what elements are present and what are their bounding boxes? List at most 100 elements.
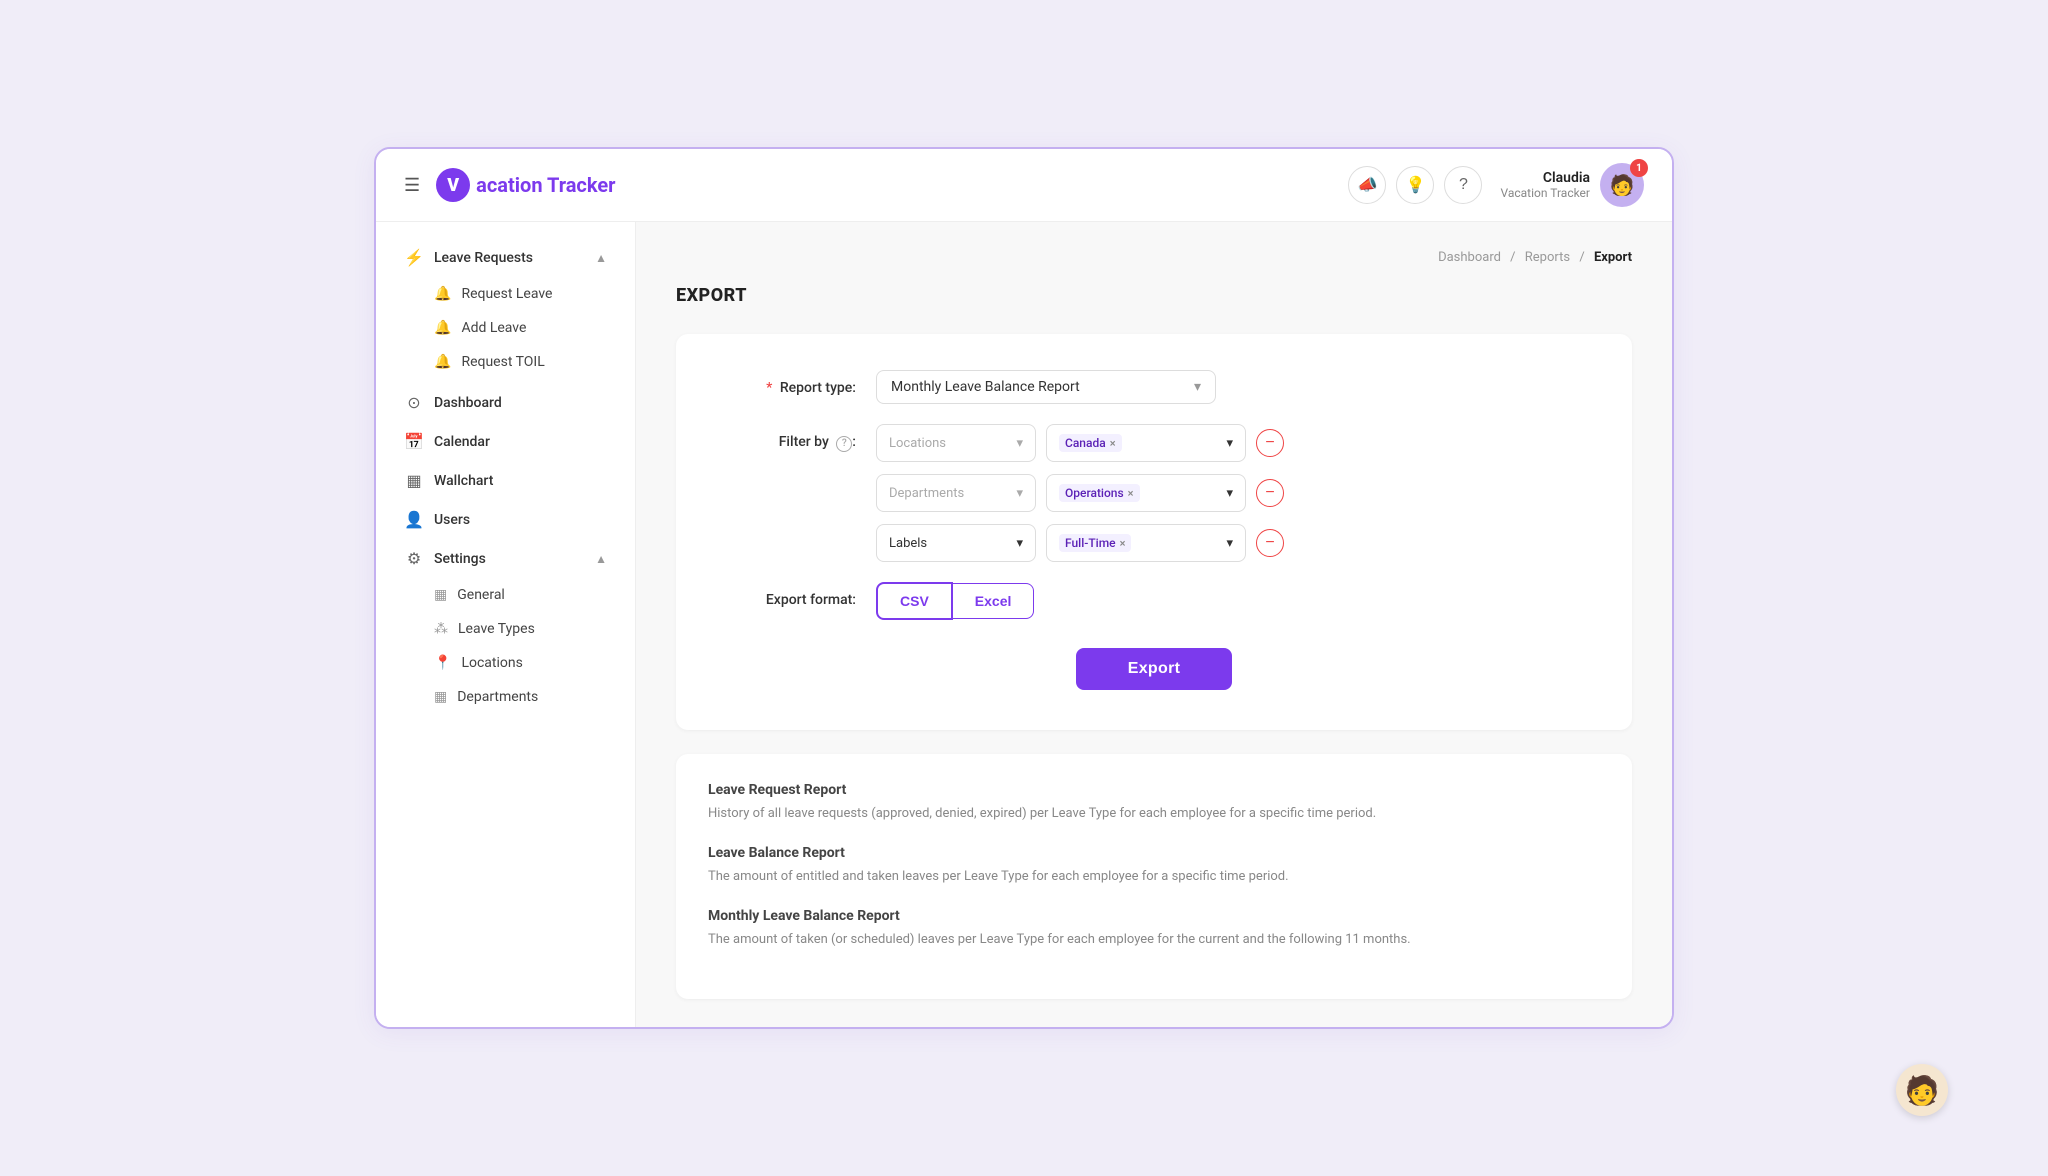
filter-help-icon[interactable]: ? xyxy=(836,436,852,452)
bulb-button[interactable]: 💡 xyxy=(1396,166,1434,204)
request-leave-label: Request Leave xyxy=(461,286,552,302)
leave-requests-chevron: ▲ xyxy=(595,251,607,265)
wallchart-icon: ▦ xyxy=(404,471,424,490)
request-leave-icon: 🔔 xyxy=(434,286,451,302)
header: ☰ V acation Tracker 📣 💡 ? Claudia Vacati… xyxy=(376,149,1672,222)
general-icon: ▦ xyxy=(434,587,447,603)
info-title-monthly: Monthly Leave Balance Report xyxy=(708,908,1600,924)
filter-by-row: Filter by ?: Locations ▾ xyxy=(716,424,1592,562)
sidebar-leave-requests-label: Leave Requests xyxy=(434,250,533,266)
fulltime-tag: Full-Time × xyxy=(1059,534,1131,552)
excel-format-button[interactable]: Excel xyxy=(953,583,1035,619)
calendar-label: Calendar xyxy=(434,434,490,450)
info-title-leave-request: Leave Request Report xyxy=(708,782,1600,798)
settings-chevron: ▲ xyxy=(595,552,607,566)
operations-tag: Operations × xyxy=(1059,484,1140,502)
sidebar-item-locations[interactable]: 📍 Locations xyxy=(384,646,627,680)
remove-filter-1-button[interactable]: − xyxy=(1256,429,1284,457)
info-block-leave-balance: Leave Balance Report The amount of entit… xyxy=(708,845,1600,888)
user-name: Claudia xyxy=(1500,170,1590,186)
sidebar-item-general[interactable]: ▦ General xyxy=(384,578,627,612)
filter-type-departments[interactable]: Departments ▾ xyxy=(876,474,1036,512)
sidebar-item-leave-types[interactable]: ⁂ Leave Types xyxy=(384,612,627,646)
required-star: * xyxy=(766,380,772,396)
breadcrumb-dashboard[interactable]: Dashboard xyxy=(1438,250,1501,265)
export-form-card: * Report type: Monthly Leave Balance Rep… xyxy=(676,334,1632,730)
sidebar-item-departments[interactable]: ▦ Departments xyxy=(384,680,627,714)
filter-type-labels-label: Labels xyxy=(889,536,927,551)
sidebar-item-request-toil[interactable]: 🔔 Request TOIL xyxy=(384,345,627,379)
sidebar-item-request-leave[interactable]: 🔔 Request Leave xyxy=(384,277,627,311)
sidebar-item-wallchart[interactable]: ▦ Wallchart xyxy=(384,461,627,500)
sidebar-item-calendar[interactable]: 📅 Calendar xyxy=(384,422,627,461)
header-left: ☰ V acation Tracker xyxy=(404,168,615,202)
info-block-monthly: Monthly Leave Balance Report The amount … xyxy=(708,908,1600,951)
filter-value-canada[interactable]: Canada × ▾ xyxy=(1046,424,1246,462)
sidebar-item-users[interactable]: 👤 Users xyxy=(384,500,627,539)
avatar-wrap: 🧑 1 xyxy=(1600,163,1644,207)
help-button[interactable]: ? xyxy=(1444,166,1482,204)
canada-tag: Canada × xyxy=(1059,434,1122,452)
leave-types-icon: ⁂ xyxy=(434,621,448,637)
departments-icon: ▦ xyxy=(434,689,447,705)
info-section: Leave Request Report History of all leav… xyxy=(676,754,1632,998)
filter-type-locations[interactable]: Locations ▾ xyxy=(876,424,1036,462)
filter-row-2: Departments ▾ Operations × ▾ xyxy=(876,474,1592,512)
wallchart-label: Wallchart xyxy=(434,473,493,489)
menu-icon[interactable]: ☰ xyxy=(404,175,420,196)
locations-label: Locations xyxy=(461,655,522,671)
sidebar-item-dashboard[interactable]: ⊙ Dashboard xyxy=(384,383,627,422)
sidebar-section-settings: ⚙ Settings ▲ ▦ General ⁂ Leave Types 📍 L… xyxy=(376,539,635,714)
filter-type-chevron-icon: ▾ xyxy=(1016,436,1023,451)
filter-type-locations-label: Locations xyxy=(889,436,946,451)
filter-value-operations[interactable]: Operations × ▾ xyxy=(1046,474,1246,512)
remove-filter-2-button[interactable]: − xyxy=(1256,479,1284,507)
main-layout: ⚡ Leave Requests ▲ 🔔 Request Leave 🔔 Add… xyxy=(376,222,1672,1026)
filter-type-labels[interactable]: Labels ▾ xyxy=(876,524,1036,562)
chat-bubble[interactable]: 🧑 xyxy=(1896,1064,1948,1116)
report-type-value: Monthly Leave Balance Report xyxy=(891,379,1080,395)
add-leave-label: Add Leave xyxy=(461,320,526,336)
leave-types-label: Leave Types xyxy=(458,621,535,637)
info-desc-monthly: The amount of taken (or scheduled) leave… xyxy=(708,930,1600,951)
export-format-buttons: CSV Excel xyxy=(876,582,1592,620)
leave-requests-icon: ⚡ xyxy=(404,248,424,267)
sidebar-item-settings[interactable]: ⚙ Settings ▲ xyxy=(384,539,627,578)
megaphone-button[interactable]: 📣 xyxy=(1348,166,1386,204)
remove-filter-3-button[interactable]: − xyxy=(1256,529,1284,557)
breadcrumb: Dashboard / Reports / Export xyxy=(676,250,1632,265)
filter-value-fulltime[interactable]: Full-Time × ▾ xyxy=(1046,524,1246,562)
sidebar-item-leave-requests[interactable]: ⚡ Leave Requests ▲ xyxy=(384,238,627,277)
filter-row-3: Labels ▾ Full-Time × ▾ xyxy=(876,524,1592,562)
users-label: Users xyxy=(434,512,470,528)
fulltime-remove-icon[interactable]: × xyxy=(1120,537,1126,550)
export-button[interactable]: Export xyxy=(1076,648,1232,690)
user-subtitle: Vacation Tracker xyxy=(1500,186,1590,200)
report-type-label: * Report type: xyxy=(716,370,876,396)
sidebar-section-leave-requests: ⚡ Leave Requests ▲ 🔔 Request Leave 🔔 Add… xyxy=(376,238,635,379)
info-desc-leave-request: History of all leave requests (approved,… xyxy=(708,804,1600,825)
settings-label: Settings xyxy=(434,551,486,567)
export-format-content: CSV Excel xyxy=(876,582,1592,620)
operations-remove-icon[interactable]: × xyxy=(1128,487,1134,500)
report-type-row: * Report type: Monthly Leave Balance Rep… xyxy=(716,370,1592,404)
filter-value-ft-chevron-icon: ▾ xyxy=(1226,536,1233,551)
general-label: General xyxy=(457,587,505,603)
info-desc-leave-balance: The amount of entitled and taken leaves … xyxy=(708,867,1600,888)
report-type-select[interactable]: Monthly Leave Balance Report ▾ xyxy=(876,370,1216,404)
info-title-leave-balance: Leave Balance Report xyxy=(708,845,1600,861)
dashboard-icon: ⊙ xyxy=(404,393,424,412)
calendar-icon: 📅 xyxy=(404,432,424,451)
request-toil-label: Request TOIL xyxy=(461,354,544,370)
canada-remove-icon[interactable]: × xyxy=(1110,437,1116,450)
filter-by-content: Locations ▾ Canada × ▾ xyxy=(876,424,1592,562)
filter-type-labels-chevron-icon: ▾ xyxy=(1016,536,1023,551)
request-toil-icon: 🔔 xyxy=(434,354,451,370)
page-title: EXPORT xyxy=(676,285,1632,306)
csv-format-button[interactable]: CSV xyxy=(876,582,953,620)
content-area: Dashboard / Reports / Export EXPORT * Re… xyxy=(636,222,1672,1026)
user-info: Claudia Vacation Tracker 🧑 1 xyxy=(1500,163,1644,207)
breadcrumb-reports[interactable]: Reports xyxy=(1525,250,1570,265)
sidebar-item-add-leave[interactable]: 🔔 Add Leave xyxy=(384,311,627,345)
users-icon: 👤 xyxy=(404,510,424,529)
